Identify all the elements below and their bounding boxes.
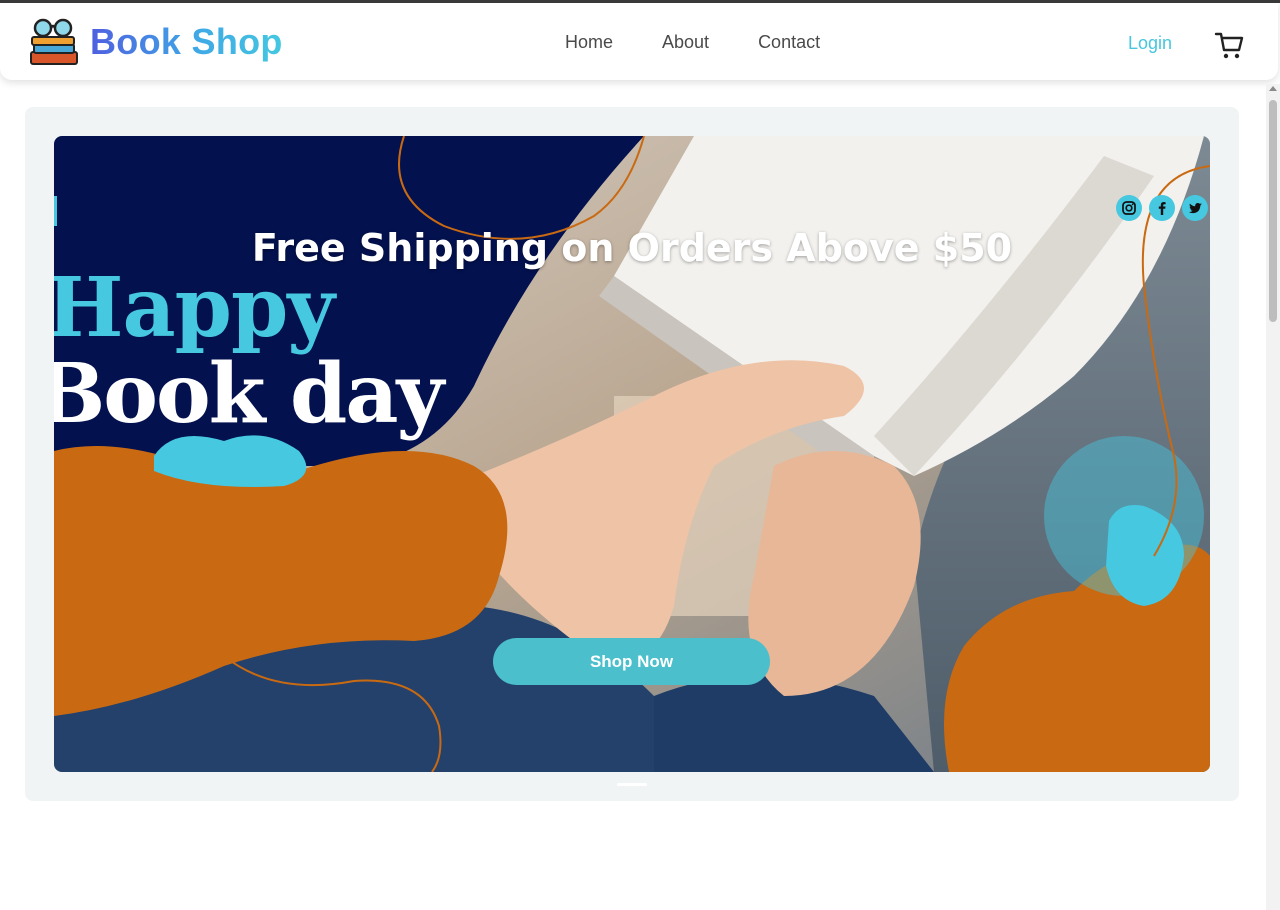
brand-name: Book Shop — [90, 21, 283, 62]
instagram-icon[interactable] — [1116, 195, 1142, 221]
art-text-happy: Happy — [54, 260, 335, 356]
brand[interactable]: Book Shop — [28, 16, 283, 68]
hero-banner: Happy Book day Free Shipping on Orders A… — [54, 136, 1210, 772]
main-nav: Home About Contact — [565, 32, 869, 53]
facebook-icon[interactable] — [1149, 195, 1175, 221]
scroll-thumb[interactable] — [1269, 100, 1277, 322]
nav-about[interactable]: About — [662, 32, 709, 53]
social-links — [1116, 195, 1210, 221]
login-link[interactable]: Login — [1128, 33, 1172, 54]
page-scrollbar[interactable] — [1266, 84, 1280, 910]
shop-now-button[interactable]: Shop Now — [493, 638, 770, 685]
book-stack-logo-icon — [30, 18, 78, 65]
navbar: Book Shop Home About Contact Login — [0, 3, 1278, 80]
scroll-up-arrow-icon[interactable] — [1269, 86, 1277, 91]
hero-headline: Free Shipping on Orders Above $50 — [251, 226, 1013, 270]
carousel-indicator[interactable] — [617, 783, 647, 786]
nav-home[interactable]: Home — [565, 32, 613, 53]
art-text-book-day: Book day — [54, 346, 444, 442]
twitter-icon[interactable] — [1182, 195, 1208, 221]
cart-icon[interactable] — [1213, 29, 1245, 61]
nav-contact[interactable]: Contact — [758, 32, 820, 53]
